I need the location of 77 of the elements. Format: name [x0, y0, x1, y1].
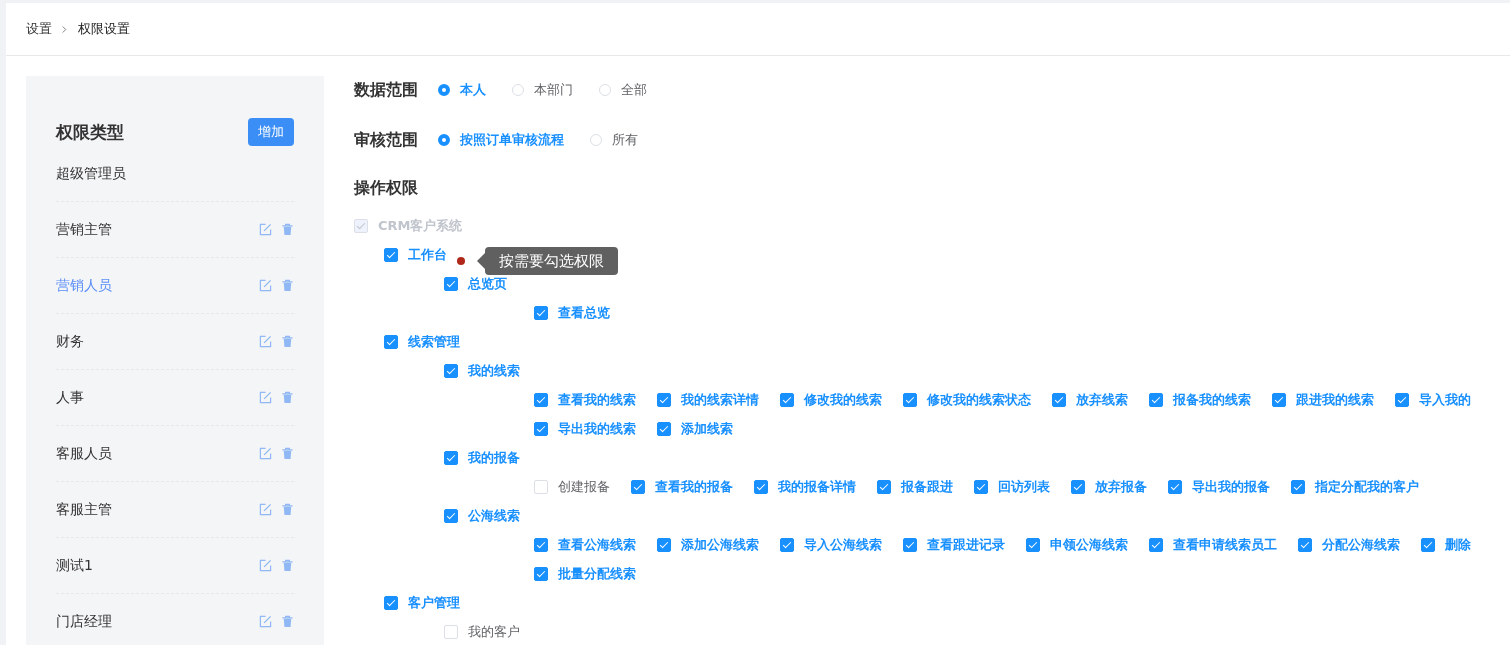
permission-label: 我的线索	[468, 361, 520, 380]
permission-label: 我的报备	[468, 448, 520, 467]
permission-label: 报备我的线索	[1173, 390, 1251, 409]
radio-label: 本人	[460, 81, 486, 99]
permission-label: 查看我的线索	[558, 390, 636, 409]
radio-button[interactable]	[438, 84, 450, 96]
edit-icon[interactable]	[259, 335, 272, 348]
edit-icon[interactable]	[259, 615, 272, 628]
permission-label: 总览页	[468, 274, 507, 293]
section-title: 审核范围	[354, 129, 418, 151]
radio-label: 所有	[612, 131, 638, 149]
trash-icon[interactable]	[281, 279, 294, 292]
permission-label: 回访列表	[998, 477, 1050, 496]
role-item[interactable]: 测试1	[56, 556, 93, 575]
sidebar-title: 权限类型	[56, 120, 124, 144]
trash-icon[interactable]	[281, 223, 294, 236]
permission-label: CRM客户系统	[378, 216, 463, 235]
trash-icon[interactable]	[281, 391, 294, 404]
permission-label: 我的报备详情	[778, 477, 856, 496]
permission-label: 分配公海线索	[1322, 535, 1400, 554]
permission-label: 查看我的报备	[655, 477, 733, 496]
permission-label: 放弃报备	[1095, 477, 1147, 496]
permission-label: 修改我的线索	[804, 390, 882, 409]
tooltip: 按需要勾选权限	[477, 246, 618, 275]
permission-label: 导出我的报备	[1192, 477, 1270, 496]
role-item[interactable]: 超级管理员	[56, 164, 126, 183]
section-title: 操作权限	[354, 177, 419, 199]
radio-label: 本部门	[534, 81, 573, 99]
role-item[interactable]: 客服主管	[56, 500, 112, 519]
permission-label: 申领公海线索	[1050, 535, 1128, 554]
breadcrumb-link[interactable]: 权限设置	[78, 20, 130, 38]
edit-icon[interactable]	[259, 279, 272, 292]
permission-label: 客户管理	[408, 593, 460, 612]
role-item[interactable]: 客服人员	[56, 444, 112, 463]
edit-icon[interactable]	[259, 503, 272, 516]
permission-label: 报备跟进	[901, 477, 953, 496]
permission-label: 工作台	[408, 245, 447, 264]
breadcrumb-link[interactable]: 设置	[26, 20, 52, 38]
permission-label: 批量分配线索	[558, 564, 636, 583]
permission-label: 创建报备	[558, 477, 610, 496]
permission-label: 公海线索	[468, 506, 520, 525]
trash-icon[interactable]	[281, 559, 294, 572]
permission-label: 添加线索	[681, 419, 733, 438]
radio-label: 按照订单审核流程	[460, 131, 564, 149]
trash-icon[interactable]	[281, 615, 294, 628]
permission-label: 查看总览	[558, 303, 610, 322]
radio-button[interactable]	[438, 134, 450, 146]
edit-icon[interactable]	[259, 447, 272, 460]
permission-label: 查看申请线索员工	[1173, 535, 1277, 554]
permission-label: 导出我的线索	[558, 419, 636, 438]
permission-label: 导入我的	[1419, 390, 1471, 409]
role-item[interactable]: 财务	[56, 332, 84, 351]
trash-icon[interactable]	[281, 335, 294, 348]
permission-label: 指定分配我的客户	[1315, 477, 1419, 496]
permission-label: 跟进我的线索	[1296, 390, 1374, 409]
role-item[interactable]: 营销主管	[56, 220, 112, 239]
permission-label: 导入公海线索	[804, 535, 882, 554]
role-item[interactable]: 人事	[56, 388, 84, 407]
trash-icon[interactable]	[281, 503, 294, 516]
permission-label: 我的线索详情	[681, 390, 759, 409]
role-item[interactable]: 门店经理	[56, 612, 112, 631]
permission-label: 放弃线索	[1076, 390, 1128, 409]
permission-label: 查看跟进记录	[927, 535, 1005, 554]
permission-label: 查看公海线索	[558, 535, 636, 554]
hotspot-dot-icon	[457, 256, 465, 265]
permission-label: 删除	[1445, 535, 1471, 554]
edit-icon[interactable]	[259, 391, 272, 404]
permission-label: 添加公海线索	[681, 535, 759, 554]
section-title: 数据范围	[354, 79, 418, 101]
permission-label: 修改我的线索状态	[927, 390, 1031, 409]
edit-icon[interactable]	[259, 223, 272, 236]
permission-label: 我的客户	[468, 622, 520, 641]
radio-label: 全部	[621, 81, 647, 99]
trash-icon[interactable]	[281, 447, 294, 460]
edit-icon[interactable]	[259, 559, 272, 572]
chevron-right-icon	[62, 24, 68, 34]
permission-label: 线索管理	[408, 332, 460, 351]
